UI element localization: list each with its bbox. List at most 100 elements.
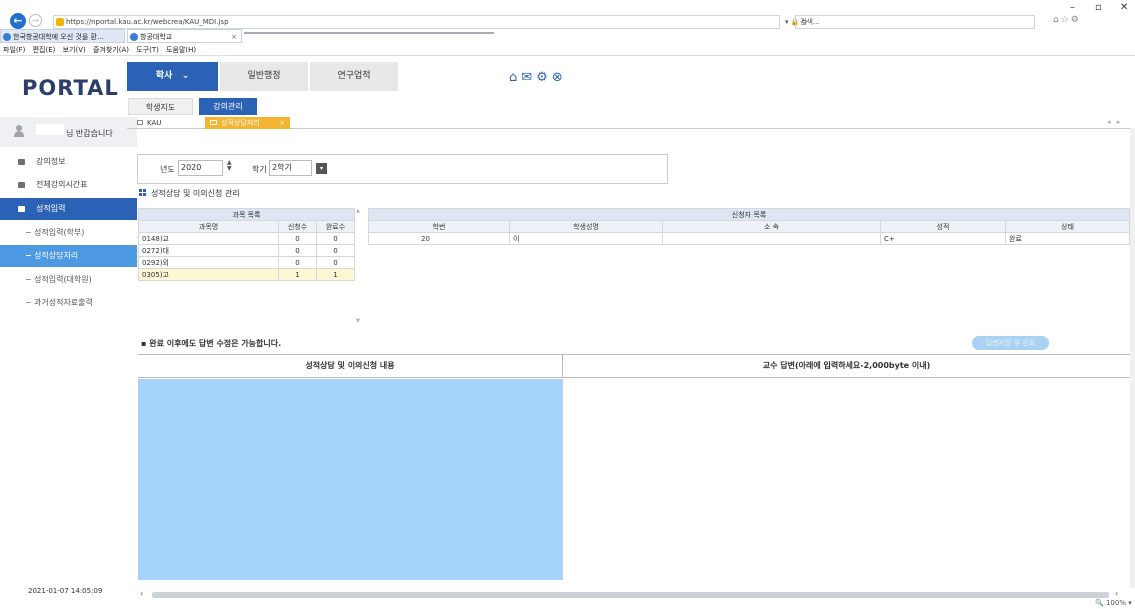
module-tab-admin[interactable]: 일반행정 <box>220 62 308 91</box>
chevron-down-icon: ⌄ <box>175 71 190 81</box>
tab-close-icon[interactable]: × <box>279 117 285 129</box>
module-tab-label: 학사 <box>155 71 173 81</box>
column-header: 성적 <box>880 220 1006 233</box>
minimize-icon[interactable]: – <box>1070 2 1075 13</box>
browser-tabs: 한국항공대학에 오신 것을 환... 항공대학교 × <box>0 29 1135 43</box>
filter-box: 년도 2020 ▲ ▼ 학기 2학기 ▾ <box>137 154 668 184</box>
table-row[interactable]: 0148)교 0 0 <box>138 232 355 245</box>
greeting-text: 님 반갑습니다 <box>66 129 113 138</box>
browser-tab-2[interactable]: 항공대학교 × <box>127 29 242 43</box>
module-tab-research[interactable]: 연구업적 <box>310 62 398 91</box>
page-tabs: KAU 성적상담처리 × <box>127 117 1135 129</box>
sidebar-subitem-grade-grad[interactable]: 성적입력(대학원) <box>0 269 137 291</box>
address-bar[interactable]: https://nportal.kau.ac.kr/webcrea/KAU_MD… <box>53 15 780 29</box>
ie-icon <box>3 33 11 41</box>
column-header: 완료수 <box>316 220 355 233</box>
vertical-scrollbar[interactable] <box>1130 128 1135 588</box>
window-icon <box>210 120 217 125</box>
sidebar-subitem-past-grades[interactable]: 과거성적자료출력 <box>0 292 137 314</box>
applicant-table: 신청자 목록 학번 학생성명 소 속 성적 상태 20 이 C+ 완료 <box>368 208 1130 245</box>
sidebar-subitem-grade-undergrad[interactable]: 성적입력(학부) <box>0 222 137 244</box>
sidebar-subitem-label: 성적상담처리 <box>34 251 79 260</box>
done-count: 0 <box>316 244 355 257</box>
menu-view[interactable]: 보기(V) <box>63 46 86 54</box>
restore-icon[interactable]: ▫ <box>1095 2 1102 13</box>
menu-file[interactable]: 파일(F) <box>3 46 25 54</box>
done-count: 0 <box>316 256 355 269</box>
sidebar-subitem-label: 성적입력(대학원) <box>34 275 92 284</box>
table-row-selected[interactable]: 0305)고 1 1 <box>138 268 355 281</box>
page-tab-kau[interactable]: KAU <box>133 117 205 129</box>
applied-count: 1 <box>278 268 317 281</box>
folder-icon <box>18 159 25 165</box>
back-arrow-icon[interactable]: ← <box>10 13 26 29</box>
course-name: 0272)대 <box>138 244 279 257</box>
sidebar-item-label: 성적입력 <box>36 204 66 213</box>
header-icons: ⌂✉⚙⊗ <box>509 70 567 85</box>
close-icon[interactable]: ✕ <box>1120 2 1128 13</box>
sidebar-subitem-grade-consult[interactable]: 성적상담처리 <box>0 245 137 267</box>
page-tab-label: 성적상담처리 <box>221 119 260 127</box>
logout-icon[interactable]: ⊗ <box>552 70 567 85</box>
scroll-right-icon[interactable]: › <box>1115 589 1118 598</box>
sidebar-item-timetable[interactable]: 전체강의시간표 <box>0 174 137 196</box>
table-row[interactable]: 0272)대 0 0 <box>138 244 355 257</box>
sidebar-item-label: 전체강의시간표 <box>36 180 88 189</box>
column-header: 소 속 <box>662 220 881 233</box>
menu-edit[interactable]: 편집(E) <box>33 46 56 54</box>
horizontal-scrollbar[interactable]: ‹ › <box>140 589 1125 599</box>
applicant-table-title: 신청자 목록 <box>368 208 1130 221</box>
tab-pager-icon[interactable]: ◂ ▸ <box>1107 118 1122 126</box>
menu-favorites[interactable]: 즐겨찾기(A) <box>93 46 129 54</box>
subtab-lecture-management[interactable]: 강의관리 <box>199 98 257 115</box>
scroll-down-icon[interactable]: ▼ <box>356 318 360 324</box>
year-input[interactable]: 2020 <box>178 160 223 176</box>
zoom-level[interactable]: 🔍 100% ▾ <box>1095 599 1132 607</box>
table-row[interactable]: 20 이 C+ 완료 <box>368 232 1130 245</box>
sidebar-item-grade-input[interactable]: 성적입력 <box>0 198 137 220</box>
menu-help[interactable]: 도움말(H) <box>166 46 196 54</box>
applied-count: 0 <box>278 244 317 257</box>
content-pane-header: 성적상담 및 이의신청 내용 <box>138 354 562 378</box>
done-count: 0 <box>316 232 355 245</box>
professor-answer-textarea[interactable] <box>562 379 1130 580</box>
ie-icon <box>130 33 138 41</box>
scroll-up-icon[interactable]: ▲ <box>356 208 360 214</box>
sidebar-subitem-label: 과거성적자료출력 <box>34 298 93 307</box>
search-input[interactable]: 검색... <box>795 15 1035 29</box>
page-tab-grade-consult[interactable]: 성적상담처리 × <box>205 117 290 129</box>
table-row[interactable]: 0292)외 0 0 <box>138 256 355 269</box>
module-tab-academic[interactable]: 학사 ⌄ <box>127 62 218 91</box>
scrollbar-thumb[interactable] <box>152 592 1109 598</box>
folder-icon <box>18 206 25 212</box>
window-icon <box>137 120 143 125</box>
address-url: https://nportal.kau.ac.kr/webcrea/KAU_MD… <box>66 18 229 26</box>
save-answer-button[interactable]: 답변저장 및 완료 <box>972 336 1049 350</box>
year-spinner[interactable]: ▲ ▼ <box>227 160 232 172</box>
student-name: 이 <box>509 232 663 245</box>
gear-icon[interactable]: ⚙ <box>536 70 552 85</box>
new-tab-area[interactable] <box>244 32 494 34</box>
home-icon[interactable]: ⌂ <box>509 70 521 85</box>
applied-count: 0 <box>278 256 317 269</box>
browser-tab-1[interactable]: 한국항공대학에 오신 것을 환... <box>0 29 125 43</box>
mail-icon[interactable]: ✉ <box>521 70 536 85</box>
student-grade: C+ <box>880 232 1006 245</box>
menu-tools[interactable]: 도구(T) <box>136 46 159 54</box>
favorites-icon[interactable]: ⌂☆⚙ <box>1053 15 1081 25</box>
forward-arrow-icon[interactable]: → <box>29 14 42 27</box>
browser-tab-label: 한국항공대학에 오신 것을 환... <box>13 33 104 41</box>
semester-select[interactable]: 2학기 <box>269 160 312 176</box>
tab-close-icon[interactable]: × <box>231 30 237 44</box>
consultation-content-area[interactable] <box>138 379 562 580</box>
browser-tab-label: 항공대학교 <box>140 33 173 41</box>
grid-icon <box>139 189 147 197</box>
sidebar-item-label: 강의정보 <box>36 157 66 166</box>
notice-text: ▪ 완료 이후에도 답변 수정은 가능합니다. <box>141 339 282 348</box>
chevron-down-icon[interactable]: ▾ <box>316 163 327 174</box>
scroll-left-icon[interactable]: ‹ <box>140 589 143 598</box>
portal-logo[interactable]: PORTAL <box>22 76 119 100</box>
sidebar-item-lecture-info[interactable]: 강의정보 <box>0 151 137 173</box>
subtab-student-guidance[interactable]: 학생지도 <box>128 98 193 115</box>
section-title-text: 성적상담 및 이의신청 관리 <box>151 189 240 198</box>
